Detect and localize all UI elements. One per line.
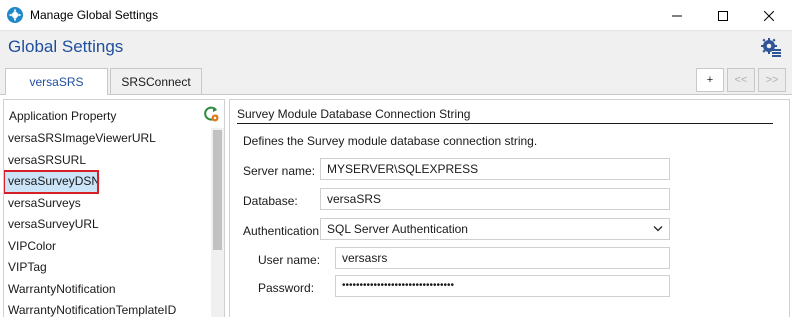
server-name-field[interactable]: MYSERVER\SQLEXPRESS (320, 158, 670, 180)
list-item[interactable]: VIPColor (4, 236, 210, 258)
tab-strip: versaSRS SRSConnect (5, 68, 204, 95)
authentication-value: SQL Server Authentication (327, 222, 468, 236)
property-list: versaSRSImageViewerURL versaSRSURL versa… (4, 128, 210, 317)
list-item[interactable]: versaSurveys (4, 193, 210, 215)
list-item-selected[interactable]: versaSurveyDSN (4, 170, 100, 194)
server-name-label: Server name: (243, 164, 316, 178)
close-icon (764, 10, 774, 21)
list-item[interactable]: versaSurveyURL (4, 214, 210, 236)
list-item[interactable]: WarrantyNotification (4, 279, 210, 301)
previous-button[interactable]: << (727, 68, 755, 92)
next-button[interactable]: >> (758, 68, 786, 92)
page-title: Global Settings (8, 37, 124, 56)
authentication-select[interactable]: SQL Server Authentication (320, 218, 670, 240)
property-list-title: Application Property (9, 109, 117, 123)
database-label: Database: (243, 194, 298, 208)
property-list-pane: Application Property versaSRSImageViewer… (3, 99, 225, 317)
username-label: User name: (258, 253, 321, 267)
password-label: Password: (258, 281, 315, 295)
tab-versasrs[interactable]: versaSRS (5, 68, 108, 95)
window-title: Manage Global Settings (30, 8, 159, 22)
username-field[interactable]: versasrs (335, 247, 670, 269)
list-item[interactable]: versaSRSImageViewerURL (4, 128, 210, 150)
password-field[interactable]: •••••••••••••••••••••••••••••••• (335, 275, 670, 297)
property-detail-pane: Survey Module Database Connection String… (229, 99, 790, 317)
scrollbar-thumb[interactable] (213, 130, 222, 250)
list-item[interactable]: versaSRSURL (4, 150, 210, 172)
minimize-button[interactable] (654, 0, 700, 31)
content-area: Application Property versaSRSImageViewer… (0, 94, 792, 317)
title-bar: Manage Global Settings (0, 0, 792, 31)
list-item[interactable]: VIPTag (4, 257, 210, 279)
list-item[interactable]: WarrantyNotificationTemplateID (4, 300, 210, 317)
chevron-down-icon (653, 226, 663, 232)
app-icon (7, 7, 23, 23)
detail-description: Defines the Survey module database conne… (243, 134, 538, 148)
gear-settings-icon[interactable] (760, 36, 782, 58)
minimize-icon (672, 15, 682, 16)
maximize-icon (718, 10, 728, 21)
detail-title: Survey Module Database Connection String (237, 107, 471, 121)
title-divider (237, 123, 773, 124)
database-field[interactable]: versaSRS (320, 188, 670, 210)
authentication-label: Authentication: (243, 224, 323, 238)
tab-srsconnect[interactable]: SRSConnect (110, 68, 202, 94)
property-list-header: Application Property (4, 100, 224, 130)
close-button[interactable] (746, 0, 792, 31)
tab-actions: + << >> (693, 68, 786, 92)
maximize-button[interactable] (700, 0, 746, 31)
refresh-icon[interactable] (202, 105, 220, 123)
header: Global Settings (0, 31, 792, 67)
vertical-scrollbar[interactable] (211, 128, 224, 317)
add-button[interactable]: + (696, 68, 724, 92)
